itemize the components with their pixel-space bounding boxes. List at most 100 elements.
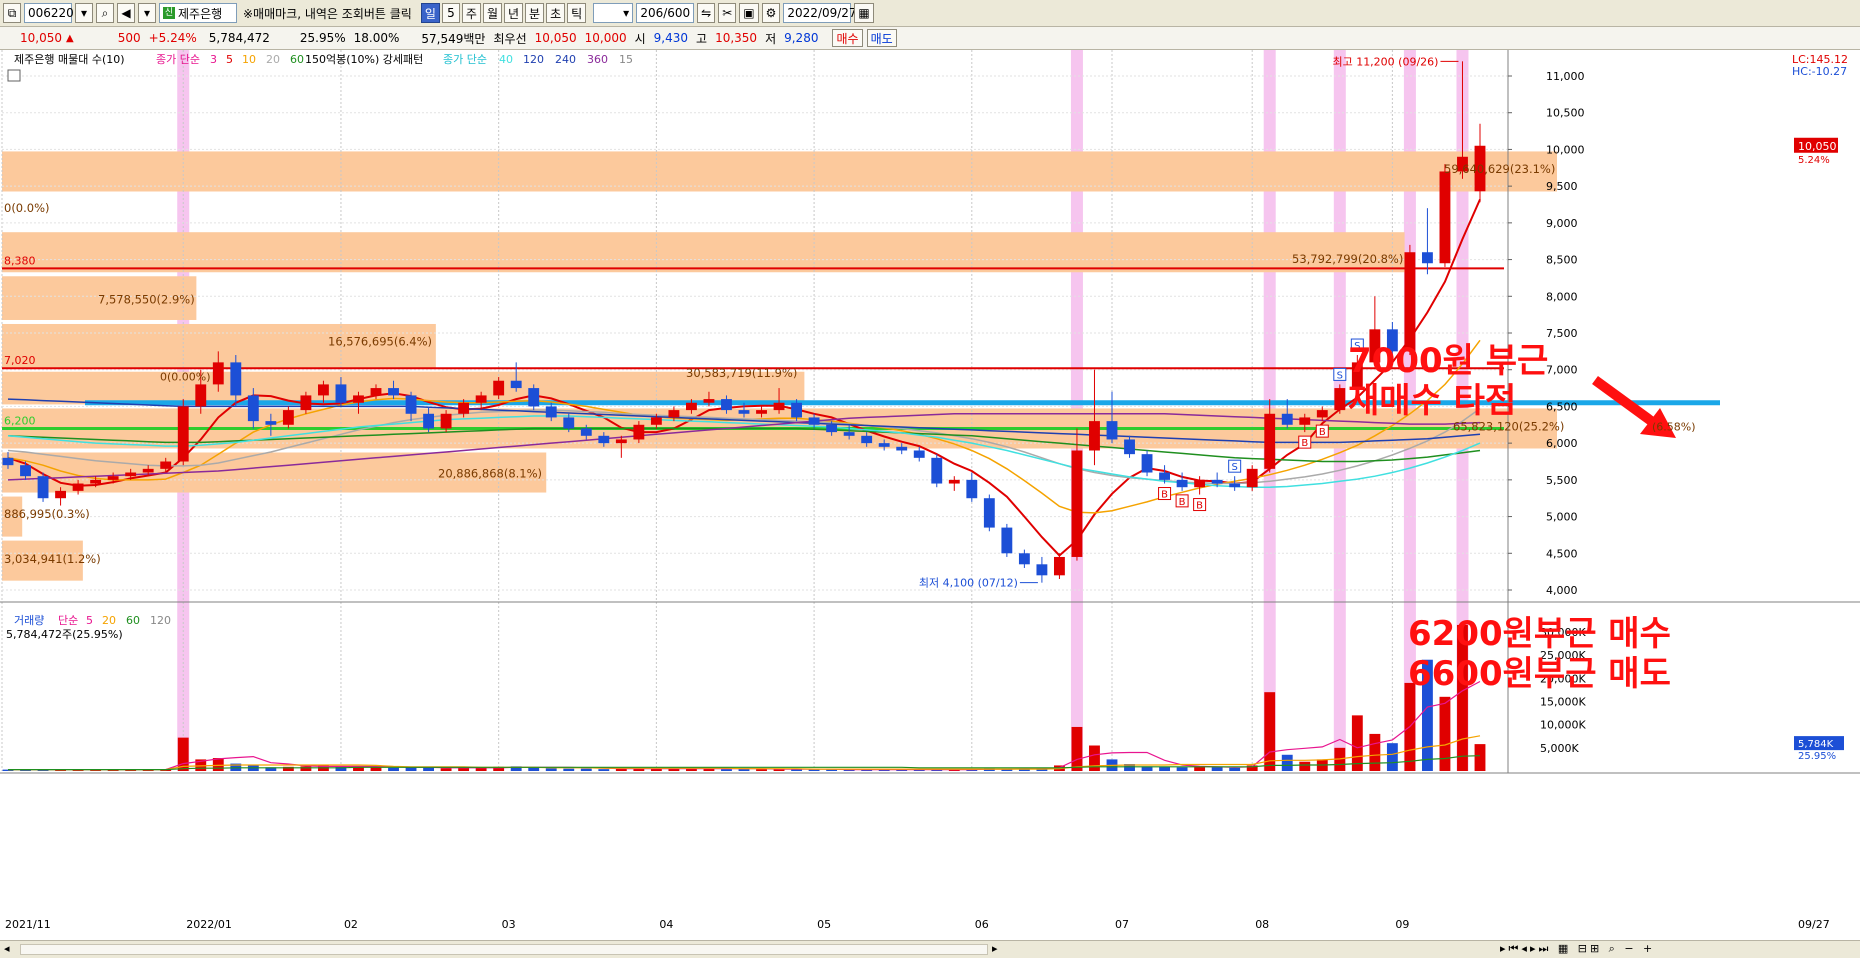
volume-bar-70 (1229, 767, 1241, 771)
volume-bar-68 (1194, 766, 1206, 771)
scroll-left-icon[interactable]: ◂ (4, 942, 10, 955)
legend-ma-long-3: 360 (587, 53, 608, 66)
blank-dropdown[interactable]: ▾ (593, 3, 634, 23)
legend-ma-long-4: 15 (619, 53, 633, 66)
candle-body-71 (1246, 468, 1258, 488)
scroll-track[interactable] (20, 944, 988, 955)
candle-body-75 (1316, 410, 1328, 418)
candle-body-80 (1404, 252, 1416, 352)
hc-label: HC:-10.27 (1792, 65, 1847, 78)
candle-body-67 (1176, 479, 1188, 488)
profile-label-3: 65,823,120(25.2%) (1453, 420, 1564, 434)
scroll-right-icon[interactable]: ▸ (992, 942, 998, 955)
stock-code-input[interactable]: 006220 (24, 3, 74, 23)
scissors-icon[interactable]: ✂ (718, 3, 737, 23)
candle-body-55 (966, 479, 978, 499)
candle-body-38 (668, 410, 680, 418)
period-option-3[interactable]: 월 (482, 3, 502, 23)
candle-body-36 (633, 424, 645, 440)
profile-label-0: 3,034,941(1.2%) (4, 552, 101, 566)
period-option-0[interactable]: 일 (420, 3, 440, 23)
open-label: 시 (634, 31, 646, 46)
volume-bar-78 (1369, 733, 1381, 771)
volume-bar-61 (1071, 726, 1083, 771)
candle-body-73 (1281, 413, 1293, 425)
legend-ma-long-0: 40 (499, 53, 513, 66)
volume-bar-17 (300, 766, 312, 771)
y-tick-label-11: 5,500 (1546, 474, 1578, 487)
x-end-label: 09/27 (1798, 918, 1830, 931)
candle-body-46 (808, 417, 820, 425)
period-option-6[interactable]: 초 (546, 3, 566, 23)
candle-body-19 (335, 384, 347, 403)
volume-bar-79 (1386, 743, 1398, 771)
speaker-icon[interactable]: ◀ (117, 3, 135, 23)
sell-button[interactable]: 매도 (866, 29, 897, 47)
period-option-7[interactable]: 틱 (567, 3, 587, 23)
volume-ma-period-1: 20 (102, 614, 116, 627)
candle-body-11 (195, 384, 207, 407)
last-price-label: 10,050 (1798, 140, 1837, 153)
candle-body-48 (843, 432, 855, 436)
high-marker-label: 최고 11,200 (09/26) (1332, 55, 1438, 68)
link-icon[interactable]: ⇋ (697, 3, 716, 23)
legend-ma-long-2: 240 (555, 53, 576, 66)
volume-bar-77 (1351, 715, 1363, 771)
chart-scrollbar[interactable]: ◂ ▸ ▸⏮◂▸⏭ ▦ ⊟⊞ ⌕ − + (0, 940, 1860, 958)
stock-name-field[interactable]: 신 제주은행 (159, 3, 237, 23)
candle-body-2 (37, 476, 49, 499)
period-option-5[interactable]: 분 (525, 3, 545, 23)
rebuy-annotation-line-0: 7000원 부근 (1348, 341, 1548, 381)
candle-body-59 (1036, 564, 1048, 576)
calendar-icon[interactable]: ▦ (854, 3, 874, 23)
window-icon[interactable]: ⧉ (3, 3, 21, 23)
volume-bar-19 (335, 766, 347, 771)
search-icon[interactable]: ⌕ (96, 3, 114, 23)
candle-body-7 (125, 472, 137, 477)
save-icon[interactable]: ▣ (739, 3, 759, 23)
y-tick-label-12: 5,000 (1546, 511, 1578, 524)
nav-buttons[interactable]: ▸⏮◂▸⏭ ▦ ⊟⊞ ⌕ − + (1500, 942, 1655, 956)
volume-bar-66 (1159, 766, 1171, 771)
candle-body-30 (528, 388, 540, 407)
period-option-2[interactable]: 주 (461, 3, 481, 23)
candle-body-60 (1053, 556, 1065, 576)
candle-body-66 (1159, 472, 1171, 480)
count-field[interactable]: 206/600 (636, 3, 695, 23)
legend-ma-short-3: 20 (266, 53, 280, 66)
last-change-label: 5.24% (1798, 155, 1830, 166)
candle-body-27 (475, 395, 487, 403)
candle-body-72 (1264, 413, 1276, 469)
volume-bar-67 (1176, 767, 1188, 771)
buy-button[interactable]: 매수 (832, 29, 863, 47)
overlay-label-1: 0(0.00%) (160, 371, 211, 384)
gear-icon[interactable]: ⚙ (761, 3, 781, 23)
volume-bar-32 (563, 768, 575, 771)
code-dropdown-icon[interactable]: ▾ (75, 3, 93, 23)
overlay-label-2: (6.58%) (1652, 421, 1696, 434)
legend-toggle-icon[interactable] (7, 69, 21, 82)
candle-body-65 (1141, 454, 1153, 473)
x-tick-label-4: 04 (659, 918, 673, 931)
y-tick-label-8: 7,000 (1546, 364, 1578, 377)
price-chart[interactable]: BB BBBSSS 8,3807,0206,20011,00010,50010,0… (0, 50, 1860, 940)
period-selector: 일5주월년분초틱 (420, 3, 587, 23)
volume-bar-25 (440, 768, 452, 771)
candle-body-63 (1106, 421, 1118, 440)
best-bid: 10,000 (584, 31, 627, 45)
candle-body-16 (282, 410, 294, 425)
x-tick-label-8: 08 (1255, 918, 1269, 931)
date-field[interactable]: 2022/09/27 (783, 3, 857, 23)
y-tick-label-10: 6,000 (1546, 437, 1578, 450)
volume-ma-period-2: 60 (126, 614, 140, 627)
resist-7020-label: 7,020 (4, 354, 36, 367)
candle-body-43 (756, 410, 767, 414)
candle-body-26 (458, 402, 470, 414)
best-label: 최우선 (493, 31, 527, 46)
profile-label-7: 53,792,799(20.8%) (1292, 252, 1403, 266)
period-option-1[interactable]: 5 (441, 3, 460, 23)
candle-body-6 (107, 476, 119, 480)
buy-mark-text-4: B (1319, 427, 1326, 438)
menu-dropdown-icon[interactable]: ▾ (138, 3, 156, 23)
period-option-4[interactable]: 년 (503, 3, 524, 23)
